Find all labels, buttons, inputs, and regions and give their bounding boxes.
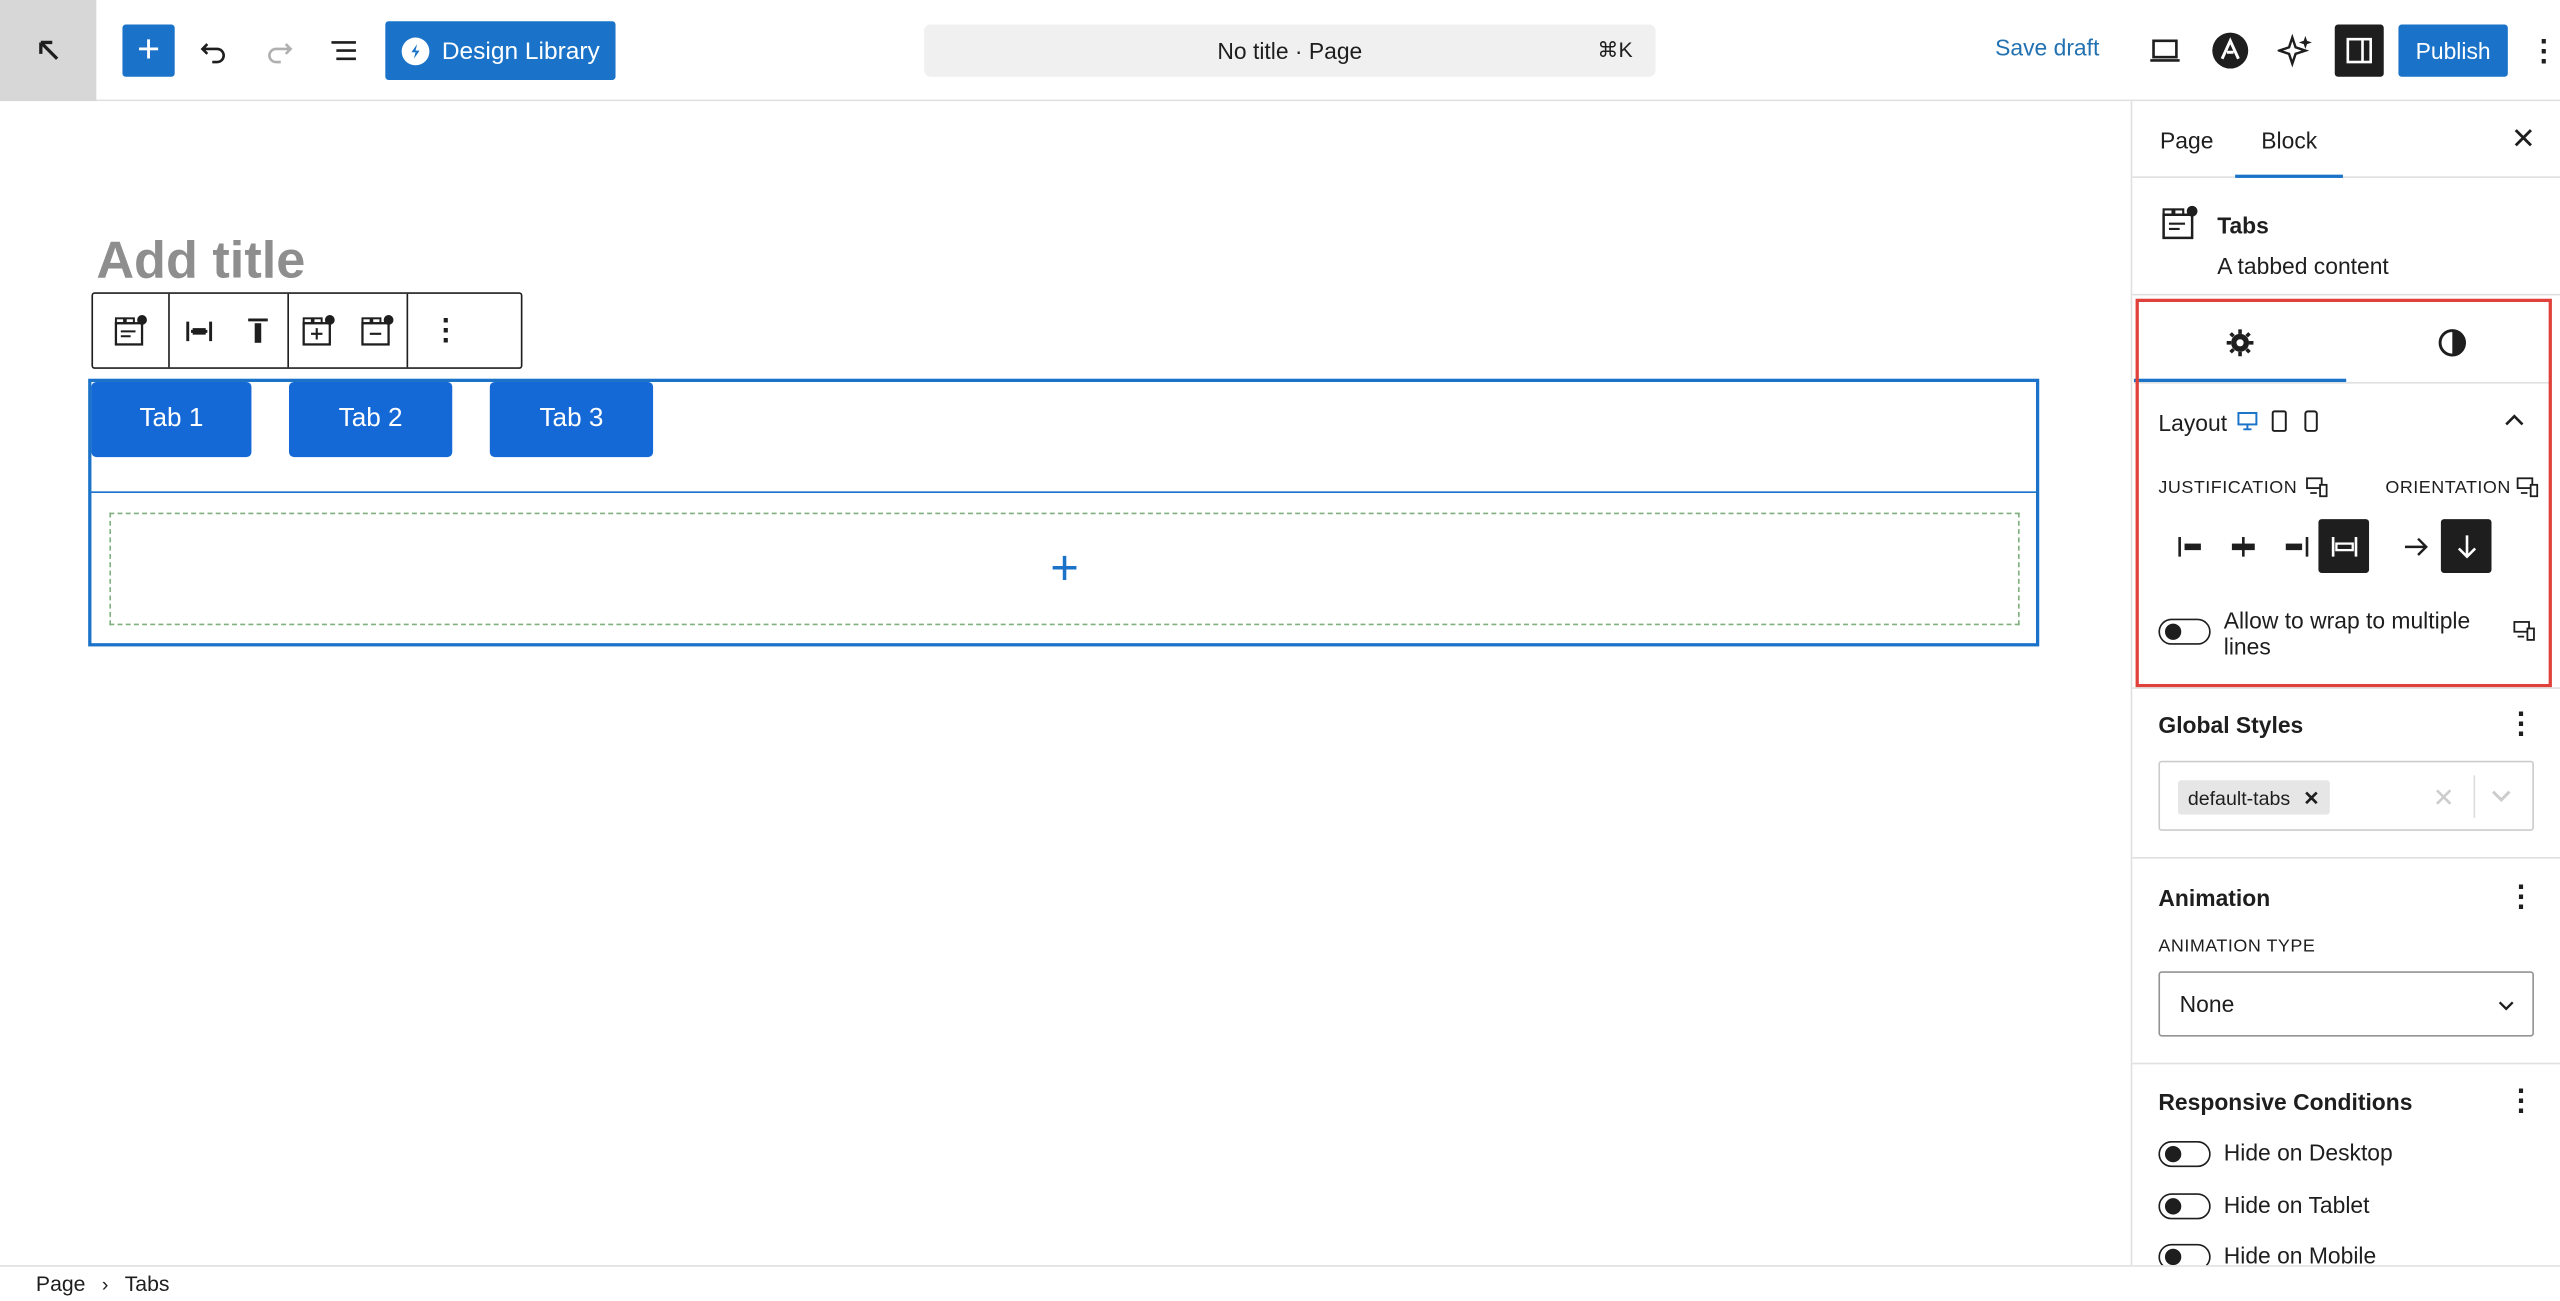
block-name: Tabs (2217, 212, 2269, 239)
save-draft-button[interactable]: Save draft (1995, 34, 2099, 60)
document-title-bar[interactable]: No title · Page ⌘K (924, 24, 1656, 77)
kebab-icon: ⋮ (2529, 33, 2559, 67)
design-library-button[interactable]: Design Library (385, 21, 616, 80)
block-type-group (93, 293, 170, 368)
justify-stretch-button[interactable] (170, 294, 229, 367)
breadcrumb-tabs[interactable]: Tabs (125, 1272, 170, 1296)
redo-button[interactable] (255, 24, 304, 76)
responsive-conditions-title[interactable]: Responsive Conditions (2158, 1089, 2412, 1115)
hide-desktop-toggle[interactable] (2158, 1141, 2211, 1168)
breadcrumb-page[interactable]: Page (36, 1272, 86, 1296)
design-library-label: Design Library (441, 36, 600, 65)
more-group: ⋮ (408, 294, 483, 367)
tabs-block[interactable]: Tab 1 Tab 2 Tab 3 + (88, 378, 2040, 647)
laptop-icon (2150, 39, 2180, 62)
chevron-down-icon[interactable] (2490, 788, 2513, 804)
hide-desktop-label: Hide on Desktop (2223, 1139, 2393, 1166)
add-block-plus-icon[interactable]: + (1050, 544, 1079, 593)
animation-type-select[interactable]: None (2158, 971, 2534, 1037)
tab-labels-row: Tab 1 Tab 2 Tab 3 (91, 381, 2036, 493)
tab-add-icon (302, 314, 335, 345)
publish-button[interactable]: Publish (2398, 24, 2508, 77)
alignment-group (170, 293, 289, 368)
tabs-block-icon (114, 314, 147, 345)
global-style-select[interactable]: default-tabs ✕ ✕ (2158, 760, 2534, 831)
preview-button[interactable] (2140, 24, 2189, 76)
section-divider (2132, 1062, 2560, 1065)
block-toolbar: ⋮ (91, 292, 523, 369)
breadcrumb: Page › Tabs (0, 1265, 2560, 1301)
add-tab-button[interactable] (289, 294, 348, 367)
hide-tablet-label: Hide on Tablet (2223, 1191, 2370, 1218)
kebab-icon[interactable]: ⋮ (2506, 708, 2535, 737)
remove-tab-button[interactable] (348, 294, 407, 367)
settings-sidebar-toggle[interactable] (2334, 24, 2384, 77)
block-description: A tabbed content (2217, 253, 2389, 280)
kebab-icon: ⋮ (431, 313, 461, 347)
tab-label-3[interactable]: Tab 3 (489, 381, 654, 458)
sidebar-icon (2346, 37, 2372, 64)
section-divider (2132, 687, 2560, 689)
chevron-right-icon: › (101, 1272, 109, 1296)
chevron-down-icon (2498, 1001, 2514, 1011)
tab-label-2[interactable]: Tab 2 (288, 381, 453, 458)
document-overview-button[interactable] (320, 24, 369, 76)
command-shortcut: ⌘K (1597, 37, 1633, 63)
style-chip-label: default-tabs (2187, 786, 2291, 809)
ai-assistant-button[interactable] (2269, 24, 2321, 76)
tab-block[interactable]: Block (2234, 127, 2344, 178)
tab-remove-icon (361, 314, 394, 345)
block-inserter-button[interactable]: + (122, 24, 175, 77)
animation-type-label: ANIMATION TYPE (2158, 936, 2316, 957)
options-menu-button[interactable]: ⋮ (2529, 24, 2559, 76)
tabs-block-icon (2162, 205, 2198, 240)
animation-type-value: None (2179, 990, 2235, 1017)
kebab-icon[interactable]: ⋮ (2506, 1086, 2535, 1115)
highlight-frame (2135, 298, 2552, 688)
clear-icon[interactable]: ✕ (2433, 782, 2455, 815)
plus-icon: + (137, 27, 161, 72)
kebab-icon[interactable]: ⋮ (2506, 881, 2535, 910)
align-top-icon (248, 317, 268, 342)
justify-stretch-icon (186, 320, 213, 341)
editor-canvas: Add title ⋮ Tab 1 Tab 2 Tab 3 + (0, 101, 2131, 1266)
close-icon[interactable]: ✕ (2511, 122, 2536, 156)
list-view-icon (331, 41, 356, 61)
global-styles-title[interactable]: Global Styles (2158, 712, 2303, 738)
hide-mobile-label: Hide on Mobile (2223, 1242, 2377, 1266)
redo-icon (268, 43, 293, 64)
section-divider (2132, 857, 2560, 859)
remove-chip-icon[interactable]: ✕ (2303, 786, 2319, 809)
sidebar-scroll-clip: Hide on Mobile (2132, 1237, 2560, 1266)
astra-logo-icon (2212, 32, 2249, 69)
document-title: No title · Page (1217, 37, 1363, 64)
tabs-block-switcher[interactable] (93, 294, 168, 367)
stackable-logo-icon (401, 36, 429, 65)
tab-manage-group (289, 293, 409, 368)
undo-button[interactable] (189, 24, 238, 76)
post-title-input[interactable]: Add title (96, 230, 305, 290)
tab-label-1[interactable]: Tab 1 (91, 381, 252, 458)
undo-icon (200, 43, 225, 64)
block-options-button[interactable]: ⋮ (408, 294, 483, 367)
back-arrow-button[interactable] (0, 0, 97, 102)
top-toolbar: + Design Library No title · Page ⌘K Save… (0, 0, 2560, 102)
tab-page[interactable]: Page (2160, 127, 2213, 153)
sparkles-icon (2277, 33, 2312, 68)
align-top-button[interactable] (229, 294, 288, 367)
sidebar-tabs: Page Block ✕ (2132, 101, 2560, 178)
hide-tablet-toggle[interactable] (2158, 1193, 2211, 1220)
tab-content-area[interactable]: + (109, 512, 2020, 626)
astra-settings-button[interactable] (2204, 24, 2256, 76)
style-chip: default-tabs ✕ (2178, 780, 2330, 815)
arrow-up-left-icon (38, 40, 58, 60)
hide-mobile-toggle[interactable] (2158, 1243, 2211, 1266)
select-separator (2473, 775, 2476, 818)
animation-title[interactable]: Animation (2158, 885, 2270, 911)
